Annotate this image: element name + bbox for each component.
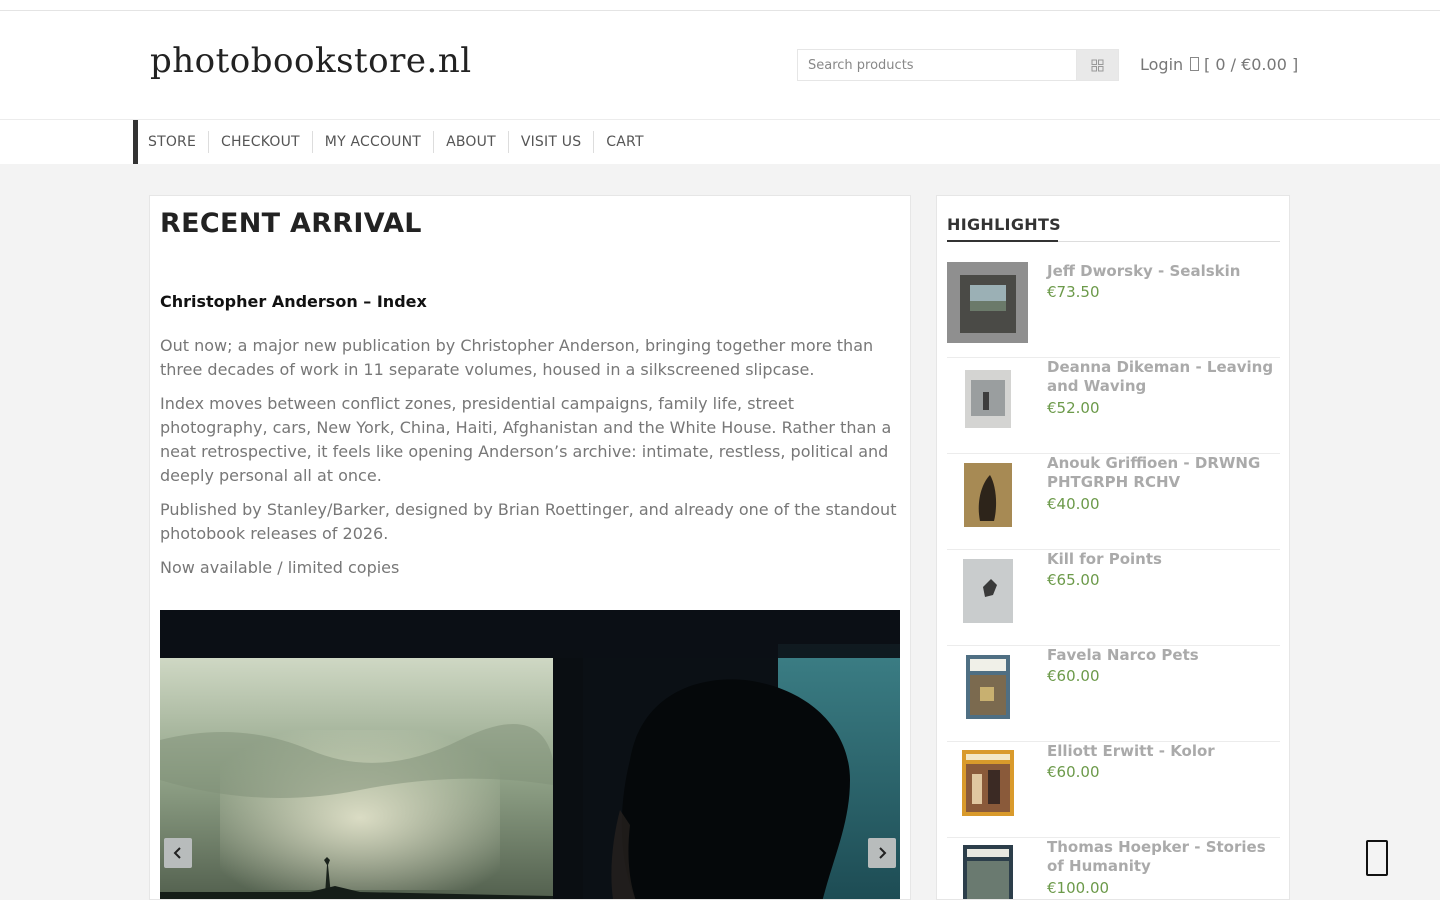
chevron-left-icon (173, 847, 181, 859)
nav-item-store[interactable]: STORE (148, 131, 210, 153)
post-paragraph: Index moves between conflict zones, pres… (160, 394, 892, 485)
highlight-item[interactable]: Anouk Griffioen - DRWNG PHTGRPH RCHV €40… (947, 454, 1280, 550)
book-cover-image (961, 749, 1014, 816)
product-thumbnail[interactable] (947, 358, 1028, 439)
nav-item-my-account[interactable]: MY ACCOUNT (313, 131, 435, 153)
product-name[interactable]: Jeff Dworsky - Sealskin (1047, 262, 1279, 281)
top-strip (0, 0, 1440, 11)
cart-icon (1190, 57, 1199, 71)
highlight-item[interactable]: Jeff Dworsky - Sealskin €73.50 (947, 262, 1280, 358)
product-thumbnail[interactable] (947, 646, 1028, 727)
login-link[interactable]: Login (1140, 55, 1183, 74)
nav-active-indicator (133, 120, 138, 164)
book-cover-image (962, 844, 1013, 899)
product-price: €40.00 (1047, 495, 1100, 513)
post-paragraph: Out now; a major new publication by Chri… (160, 336, 874, 379)
product-price: €65.00 (1047, 571, 1100, 589)
product-price: €73.50 (1047, 283, 1100, 301)
book-cover-image (965, 654, 1010, 719)
nav-item-cart[interactable]: CART (594, 131, 655, 153)
product-name[interactable]: Favela Narco Pets (1047, 646, 1279, 665)
image-slider[interactable] (160, 610, 900, 899)
product-name[interactable]: Anouk Griffioen - DRWNG PHTGRPH RCHV (1047, 454, 1279, 492)
highlight-item[interactable]: Elliott Erwitt - Kolor €60.00 (947, 742, 1280, 838)
product-price: €100.00 (1047, 879, 1110, 897)
main-nav: STORE CHECKOUT MY ACCOUNT ABOUT VISIT US… (0, 120, 1440, 164)
product-name[interactable]: Kill for Points (1047, 550, 1279, 569)
product-name[interactable]: Elliott Erwitt - Kolor (1047, 742, 1279, 761)
highlight-list: Jeff Dworsky - Sealskin €73.50 Deanna Di… (947, 262, 1280, 899)
highlight-item[interactable]: Deanna Dikeman - Leaving and Waving €52.… (947, 358, 1280, 454)
site-header: photobookstore.nl Login [ 0 / €0.00 ] (0, 11, 1440, 120)
product-thumbnail[interactable] (947, 838, 1028, 899)
product-thumbnail[interactable] (947, 454, 1028, 535)
post-paragraph: Now available / limited copies (160, 558, 400, 577)
post-body: Out now; a major new publication by Chri… (160, 334, 905, 590)
sidebar-heading: HIGHLIGHTS (947, 215, 1061, 234)
chevron-right-icon (879, 847, 887, 859)
highlights-sidebar: HIGHLIGHTS Jeff Dworsky - Sealskin €73.5… (936, 195, 1290, 900)
product-name[interactable]: Thomas Hoepker - Stories of Humanity (1047, 838, 1279, 876)
product-thumbnail[interactable] (947, 742, 1028, 823)
search-input[interactable] (797, 49, 1077, 81)
book-cover-image (964, 369, 1011, 428)
product-thumbnail[interactable] (947, 262, 1028, 343)
book-cover-image (959, 274, 1016, 333)
product-thumbnail[interactable] (947, 550, 1028, 631)
highlight-item[interactable]: Kill for Points €65.00 (947, 550, 1280, 646)
floating-widget-icon[interactable] (1366, 840, 1388, 876)
cart-link[interactable]: [ 0 / €0.00 ] (1190, 55, 1298, 74)
nav-item-about[interactable]: ABOUT (434, 131, 509, 153)
search-button[interactable] (1076, 49, 1119, 81)
highlight-item[interactable]: Thomas Hoepker - Stories of Humanity €10… (947, 838, 1280, 899)
main-content: RECENT ARRIVAL Christopher Anderson – In… (149, 195, 911, 900)
nav-item-checkout[interactable]: CHECKOUT (209, 131, 313, 153)
search-form (797, 49, 1119, 81)
book-cover-image (962, 558, 1013, 623)
product-price: €60.00 (1047, 763, 1100, 781)
product-price: €60.00 (1047, 667, 1100, 685)
search-icon (1091, 59, 1104, 71)
slider-prev-button[interactable] (164, 838, 192, 868)
post-paragraph: Published by Stanley/Barker, designed by… (160, 500, 897, 543)
sidebar-heading-underline (947, 240, 1058, 242)
page-title: RECENT ARRIVAL (160, 208, 422, 239)
slider-photo (160, 610, 900, 899)
site-logo[interactable]: photobookstore.nl (150, 41, 472, 81)
product-name[interactable]: Deanna Dikeman - Leaving and Waving (1047, 358, 1279, 396)
nav-item-visit-us[interactable]: VISIT US (509, 131, 595, 153)
post-title: Christopher Anderson – Index (160, 292, 427, 311)
slider-next-button[interactable] (868, 838, 896, 868)
cart-summary: [ 0 / €0.00 ] (1204, 55, 1299, 74)
product-price: €52.00 (1047, 399, 1100, 417)
nav-menu: STORE CHECKOUT MY ACCOUNT ABOUT VISIT US… (148, 120, 656, 164)
highlight-item[interactable]: Favela Narco Pets €60.00 (947, 646, 1280, 742)
book-cover-image (963, 462, 1012, 527)
